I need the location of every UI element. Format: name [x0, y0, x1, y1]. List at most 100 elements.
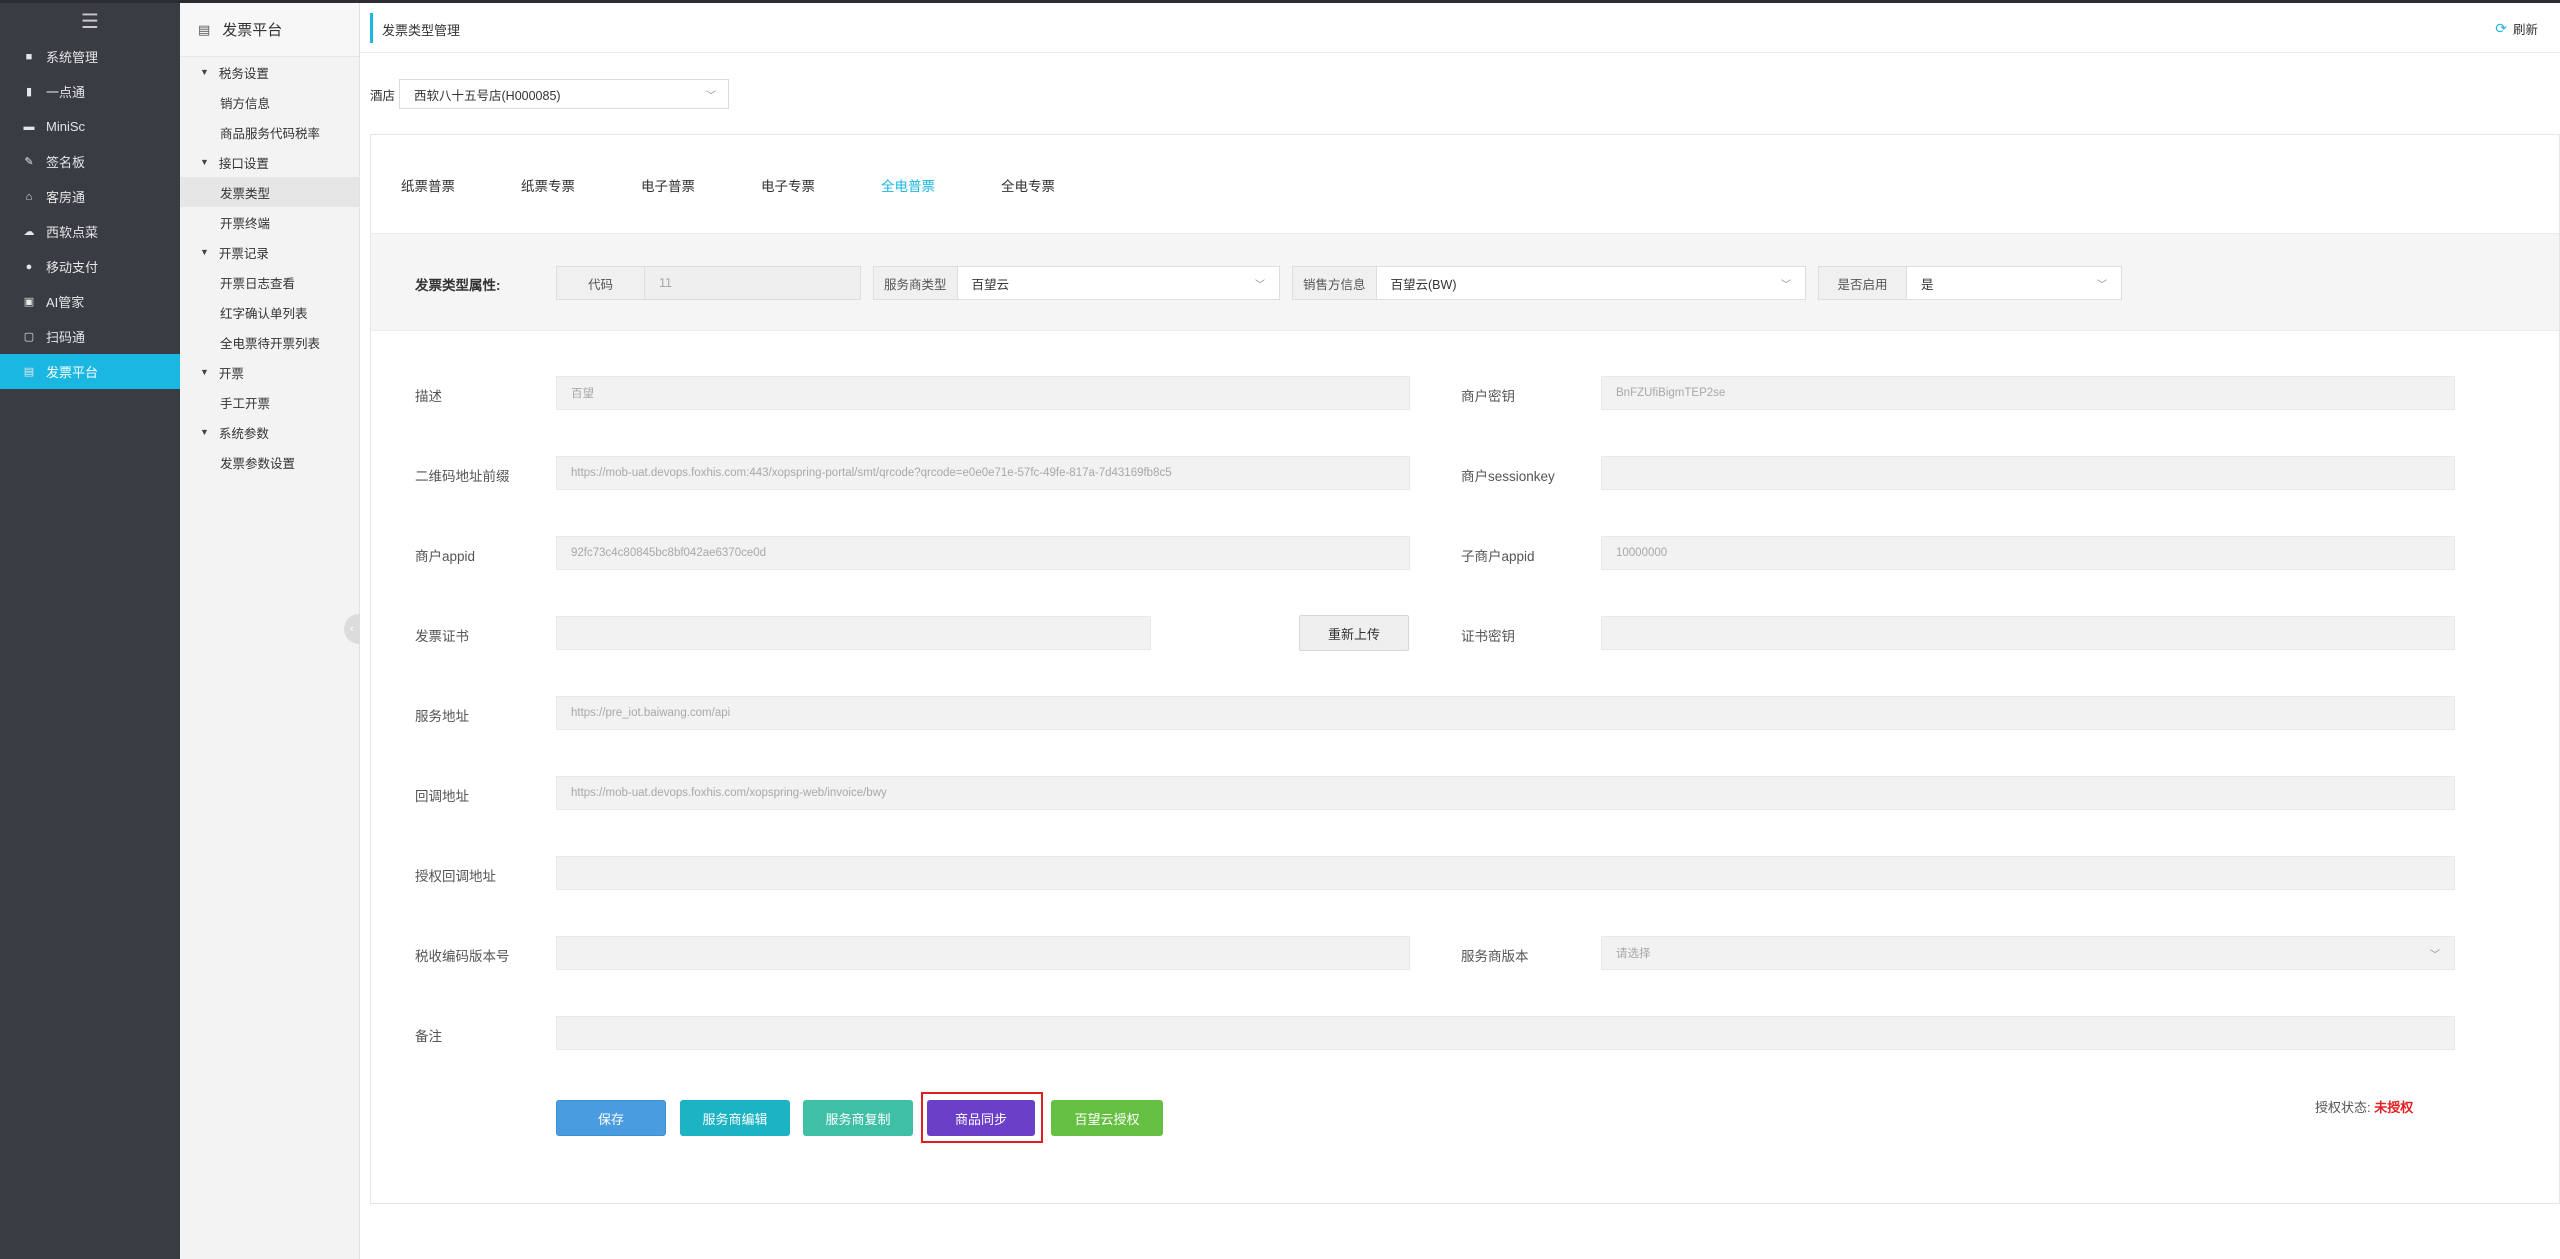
remark-label: 备注: [415, 1029, 442, 1044]
bar-chart-icon: ▮: [25, 86, 33, 98]
merchant-appid-input[interactable]: 92fc73c4c80845bc8bf042ae6370ce0d: [556, 536, 1410, 570]
description-label: 描述: [415, 389, 442, 404]
menu-group[interactable]: ▼ 接口设置: [180, 147, 359, 177]
provider-edit-button[interactable]: 服务商编辑: [680, 1100, 790, 1136]
provider-type-select[interactable]: 服务商类型 百望云 ﹀: [873, 266, 1280, 300]
menu-item[interactable]: 全电票待开票列表: [180, 327, 359, 357]
menu-item[interactable]: 发票类型: [180, 177, 359, 207]
provider-copy-button[interactable]: 服务商复制: [803, 1100, 913, 1136]
menu-item[interactable]: 销方信息: [180, 87, 359, 117]
title-accent-bar: [370, 13, 373, 43]
service-url-input[interactable]: https://pre_iot.baiwang.com/api: [556, 696, 2455, 730]
menu-item[interactable]: 发票参数设置: [180, 447, 359, 477]
invoice-type-tab[interactable]: 全电普票: [881, 175, 1001, 195]
invoice-type-tab[interactable]: 纸票普票: [401, 175, 521, 195]
seller-info-select[interactable]: 销售方信息 百望云(BW) ﹀: [1292, 266, 1806, 300]
service-url-label: 服务地址: [415, 709, 469, 724]
menu-group-label: 税务设置: [218, 66, 269, 81]
sub-merchant-appid-input[interactable]: 10000000: [1601, 536, 2455, 570]
cert-secret-input[interactable]: [1601, 616, 2455, 650]
mini-icon: ▬: [23, 120, 35, 133]
nav-item-label: 一点通: [46, 85, 86, 100]
nav-item-label: 系统管理: [46, 50, 99, 65]
page-title: 发票类型管理: [382, 23, 461, 38]
nav-item-label: 西软点菜: [46, 225, 99, 240]
menu-item[interactable]: 红字确认单列表: [180, 297, 359, 327]
auth-status: 授权状态: 未授权: [2315, 1097, 2413, 1116]
nav-item[interactable]: ☁ 西软点菜: [0, 214, 180, 249]
invoice-type-tab[interactable]: 全电专票: [1001, 175, 1121, 195]
nav-item[interactable]: ● 移动支付: [0, 249, 180, 284]
invoice-type-tab[interactable]: 电子专票: [761, 175, 881, 195]
save-button[interactable]: 保存: [556, 1100, 666, 1136]
chevron-down-icon: ﹀: [1255, 279, 1265, 291]
nav-item[interactable]: ⌂ 客房通: [0, 179, 180, 214]
auth-callback-url-label: 授权回调地址: [415, 869, 496, 884]
menu-group[interactable]: ▼ 开票: [180, 357, 359, 387]
menu-item[interactable]: 手工开票: [180, 387, 359, 417]
code-field: 代码 11: [556, 266, 861, 300]
auth-status-label: 授权状态:: [2315, 1100, 2371, 1115]
invoice-type-tab[interactable]: 电子普票: [641, 175, 761, 195]
merchant-appid-label: 商户appid: [415, 549, 476, 564]
secondary-menu: ▤ 发票平台 ▼ 税务设置 销方信息 商品服务代码税率 ▼ 接口设置 发票类型 开票终端 ▼ 开票…: [180, 3, 360, 1259]
page-header: 发票类型管理 ⟳ 刷新: [360, 3, 2560, 53]
cloud-icon: ☁: [23, 226, 35, 238]
hotel-select[interactable]: 西软八十五号店(H000085) ﹀: [399, 79, 730, 109]
menu-group-label: 接口设置: [218, 156, 269, 171]
provider-type-value: 百望云: [971, 277, 1010, 292]
invoice-cert-input[interactable]: [556, 616, 1151, 650]
nav-item-label: 签名板: [46, 155, 86, 170]
provider-version-label: 服务商版本: [1461, 949, 1529, 964]
menu-group-label: 开票: [218, 366, 244, 381]
description-input[interactable]: 百望: [556, 376, 1410, 410]
merchant-secret-input[interactable]: BnFZUfiBigmTEP2se: [1601, 376, 2455, 410]
refresh-button[interactable]: ⟳ 刷新: [2495, 19, 2538, 38]
secondary-menu-header: ▤ 发票平台: [180, 3, 359, 57]
provider-version-placeholder: 请选择: [1616, 948, 1651, 960]
merchant-sessionkey-input[interactable]: [1601, 456, 2455, 490]
invoice-type-tabs: 纸票普票 纸票专票 电子普票 电子专票 全电普票 全电专票: [401, 175, 1121, 195]
menu-group[interactable]: ▼ 税务设置: [180, 57, 359, 87]
chevron-down-icon: ﹀: [2097, 279, 2107, 291]
code-label: 代码: [557, 267, 645, 299]
auth-status-value: 未授权: [2374, 1100, 2414, 1115]
reupload-button[interactable]: 重新上传: [1299, 615, 1409, 651]
remark-input[interactable]: [556, 1016, 2455, 1050]
menu-item[interactable]: 开票终端: [180, 207, 359, 237]
nav-item[interactable]: ▤ 发票平台: [0, 354, 180, 389]
attribute-heading: 发票类型属性:: [415, 278, 501, 293]
provider-type-label: 服务商类型: [874, 267, 958, 299]
baiwang-auth-button[interactable]: 百望云授权: [1051, 1100, 1163, 1136]
nav-item[interactable]: ▣ AI管家: [0, 284, 180, 319]
caret-down-icon: ▼: [200, 157, 209, 167]
menu-item[interactable]: 开票日志查看: [180, 267, 359, 297]
enabled-select[interactable]: 是否启用 是 ﹀: [1818, 266, 2122, 300]
nav-item[interactable]: ▢ 扫码通: [0, 319, 180, 354]
menu-group[interactable]: ▼ 系统参数: [180, 417, 359, 447]
lock-icon: ▣: [23, 296, 35, 308]
nav-item[interactable]: ✎ 签名板: [0, 144, 180, 179]
refresh-label: 刷新: [2512, 23, 2538, 37]
auth-callback-url-input[interactable]: [556, 856, 2455, 890]
grid-icon: ■: [25, 50, 33, 63]
menu-group-label: 系统参数: [218, 426, 269, 441]
nav-item[interactable]: ■ 系统管理: [0, 39, 180, 74]
callback-url-input[interactable]: https://mob-uat.devops.foxhis.com/xopspr…: [556, 776, 2455, 810]
qr-prefix-input[interactable]: https://mob-uat.devops.foxhis.com:443/xo…: [556, 456, 1410, 490]
hotel-label: 酒店: [370, 88, 396, 103]
menu-toggle-icon[interactable]: ☰: [0, 3, 180, 39]
tax-code-version-input[interactable]: [556, 936, 1410, 970]
goods-sync-button[interactable]: 商品同步: [927, 1100, 1035, 1136]
qr-prefix-label: 二维码地址前缀: [415, 469, 510, 484]
menu-group[interactable]: ▼ 开票记录: [180, 237, 359, 267]
invoice-type-tab[interactable]: 纸票专票: [521, 175, 641, 195]
nav-item[interactable]: ▮ 一点通: [0, 74, 180, 109]
invoice-cert-label: 发票证书: [415, 629, 469, 644]
nav-item[interactable]: ▬ MiniSc: [0, 109, 180, 144]
menu-item[interactable]: 商品服务代码税率: [180, 117, 359, 147]
provider-version-select[interactable]: 请选择 ﹀: [1601, 936, 2455, 970]
refresh-icon: ⟳: [2495, 20, 2507, 36]
hotel-select-value: 西软八十五号店(H000085): [414, 88, 561, 103]
nav-item-label: 发票平台: [46, 365, 99, 380]
